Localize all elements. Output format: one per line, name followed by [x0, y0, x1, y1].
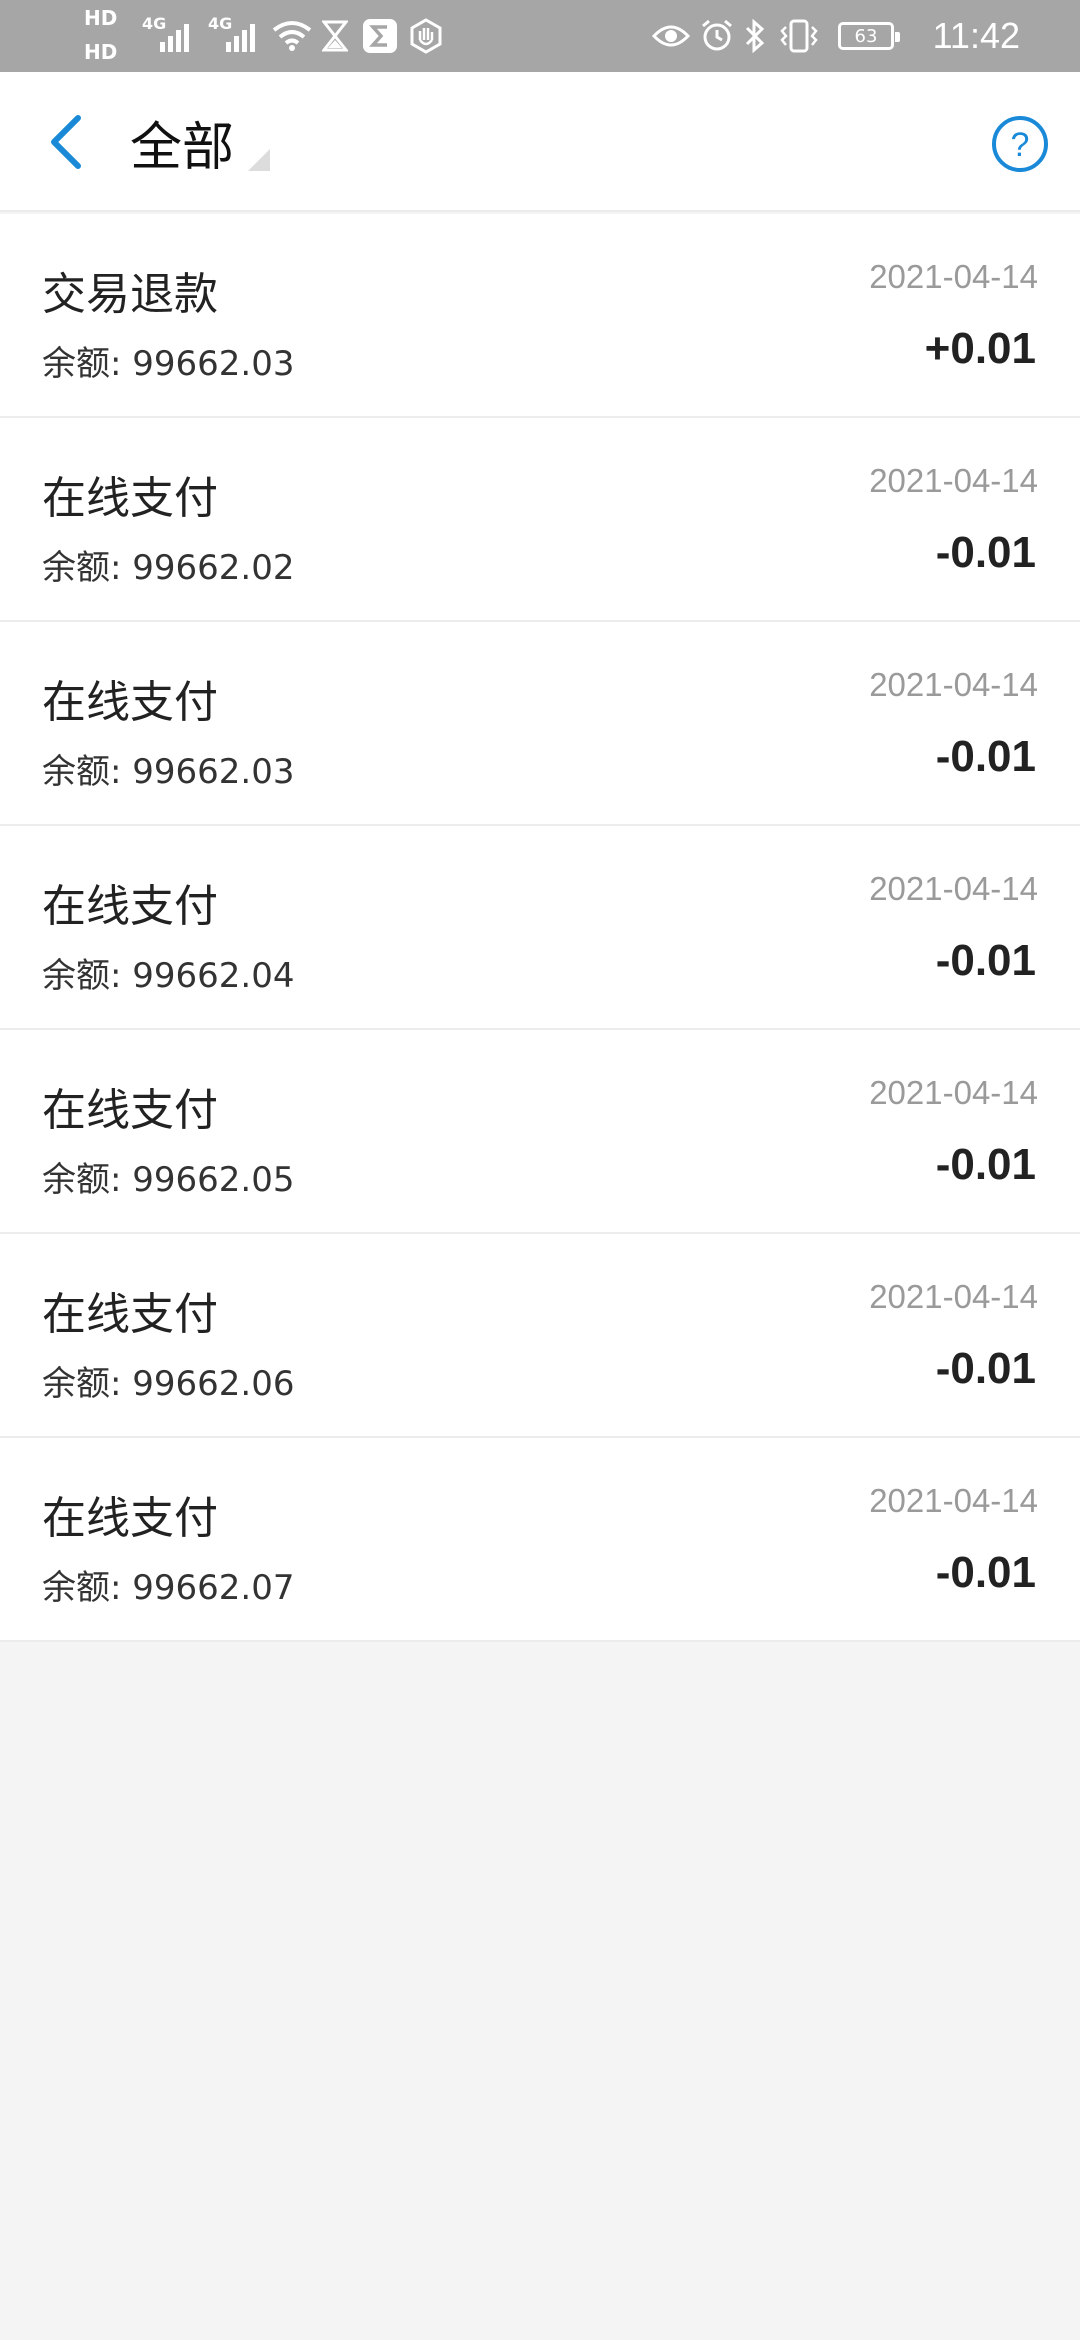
chevron-left-icon: [51, 115, 81, 169]
help-button[interactable]: ?: [990, 114, 1050, 174]
transaction-list: 交易退款 余额: 99662.03 2021-04-14 +0.01 在线支付 …: [0, 214, 1080, 1642]
sim1-label: HD: [84, 6, 118, 30]
hand-icon: [408, 0, 444, 72]
transaction-balance: 余额: 99662.04: [42, 956, 295, 996]
transaction-amount: -0.01: [935, 1548, 1036, 1597]
bluetooth-icon: [744, 0, 766, 72]
status-bar: HD HD 4G 4G 63 11:42: [0, 0, 1080, 72]
transaction-row[interactable]: 在线支付 余额: 99662.03 2021-04-14 -0.01: [0, 622, 1080, 826]
transaction-balance: 余额: 99662.02: [42, 548, 295, 588]
sigma-icon: [362, 0, 398, 72]
page-title: 全部: [130, 117, 235, 178]
transaction-type: 在线支付: [42, 1493, 218, 1544]
transaction-amount: -0.01: [935, 732, 1036, 781]
transaction-type: 在线支付: [42, 677, 218, 728]
signal-icon: [226, 0, 262, 72]
transaction-type: 在线支付: [42, 881, 218, 932]
transaction-row[interactable]: 在线支付 余额: 99662.06 2021-04-14 -0.01: [0, 1234, 1080, 1438]
transaction-amount: -0.01: [935, 936, 1036, 985]
transaction-date: 2021-04-14: [869, 1482, 1038, 1519]
battery-level: 63: [854, 25, 878, 47]
transaction-row[interactable]: 在线支付 余额: 99662.05 2021-04-14 -0.01: [0, 1030, 1080, 1234]
transaction-row[interactable]: 交易退款 余额: 99662.03 2021-04-14 +0.01: [0, 214, 1080, 418]
alarm-icon: [700, 0, 734, 72]
transaction-amount: -0.01: [935, 528, 1036, 577]
transaction-date: 2021-04-14: [869, 666, 1038, 703]
transaction-date: 2021-04-14: [869, 870, 1038, 907]
back-button[interactable]: [30, 106, 102, 178]
hourglass-icon: [322, 0, 348, 72]
vibrate-icon: [778, 0, 820, 72]
transaction-row[interactable]: 在线支付 余额: 99662.07 2021-04-14 -0.01: [0, 1438, 1080, 1642]
status-time: 11:42: [932, 15, 1020, 56]
transaction-amount: -0.01: [935, 1140, 1036, 1189]
transaction-amount: +0.01: [924, 324, 1036, 373]
wifi-icon: [272, 0, 312, 72]
transaction-balance: 余额: 99662.03: [42, 752, 295, 792]
transaction-date: 2021-04-14: [869, 462, 1038, 499]
transaction-type: 交易退款: [42, 269, 218, 320]
transaction-balance: 余额: 99662.03: [42, 344, 295, 384]
transaction-row[interactable]: 在线支付 余额: 99662.04 2021-04-14 -0.01: [0, 826, 1080, 1030]
app-header: 全部 ?: [0, 72, 1080, 212]
transaction-balance: 余额: 99662.06: [42, 1364, 295, 1404]
battery-icon: 63: [838, 22, 900, 50]
eye-icon: [652, 0, 690, 72]
sim2-label: HD: [84, 40, 118, 64]
svg-text:?: ?: [1011, 126, 1030, 164]
transaction-type: 在线支付: [42, 1289, 218, 1340]
question-circle-icon: ?: [992, 116, 1048, 172]
transaction-type: 在线支付: [42, 473, 218, 524]
transaction-date: 2021-04-14: [869, 1074, 1038, 1111]
transaction-amount: -0.01: [935, 1344, 1036, 1393]
filter-dropdown[interactable]: 全部: [130, 102, 271, 182]
transaction-type: 在线支付: [42, 1085, 218, 1136]
dropdown-triangle-icon: [248, 149, 271, 171]
transaction-balance: 余额: 99662.05: [42, 1160, 295, 1200]
transaction-date: 2021-04-14: [869, 1278, 1038, 1315]
transaction-date: 2021-04-14: [869, 258, 1038, 295]
signal-icon: [160, 0, 196, 72]
transaction-row[interactable]: 在线支付 余额: 99662.02 2021-04-14 -0.01: [0, 418, 1080, 622]
transaction-balance: 余额: 99662.07: [42, 1568, 295, 1608]
